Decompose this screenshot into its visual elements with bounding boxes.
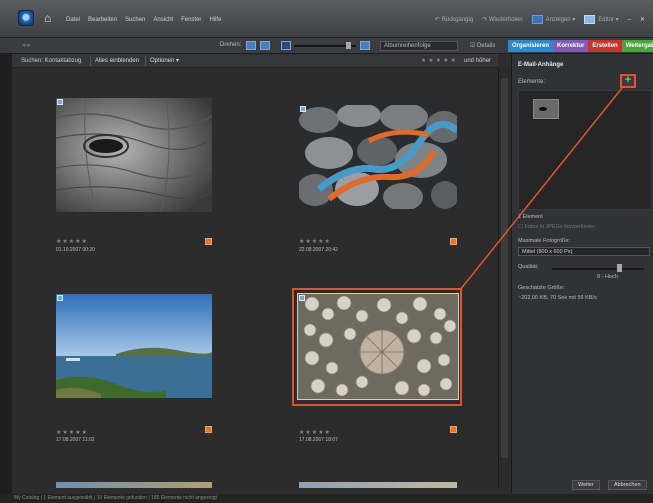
grid-scrollbar[interactable] bbox=[498, 68, 510, 488]
photo-badge-icon bbox=[300, 106, 306, 112]
coast-image bbox=[56, 294, 212, 398]
undo-button[interactable]: ↶ Rückgängig bbox=[435, 16, 473, 23]
undo-label: Rückgängig bbox=[441, 17, 474, 23]
main-menu: Datei Bearbeiten Suchen Ansicht Fenster … bbox=[66, 17, 221, 23]
photo-stones-ribbon[interactable] bbox=[299, 105, 457, 209]
sort-select-value: Albumreihenfolge bbox=[384, 43, 431, 49]
redo-icon: ↷ bbox=[482, 17, 489, 23]
max-size-select[interactable]: Mittel (800 x 600 Px) bbox=[518, 247, 650, 256]
element-count: 1 Element bbox=[518, 214, 543, 220]
photo-rating[interactable]: ★★★★★ bbox=[56, 238, 88, 245]
photo-rating[interactable]: ★★★★★ bbox=[56, 429, 88, 436]
tab-erstellen[interactable]: Erstellen bbox=[588, 40, 622, 52]
photo-elephant-eye[interactable] bbox=[56, 98, 212, 212]
options-button[interactable]: Optionen ▾ bbox=[145, 56, 183, 66]
estimated-size-value: ~202,00 KB, 70 Sek mit 56 KB/s bbox=[518, 295, 597, 301]
menu-view[interactable]: Ansicht bbox=[153, 17, 173, 23]
attachments-list[interactable] bbox=[518, 90, 652, 210]
convert-jpeg-checkbox[interactable]: ☐ Fotos in JPEGs konvertieren bbox=[518, 224, 594, 230]
quality-value: 9 - Hoch bbox=[597, 274, 618, 280]
photo-date: 17.08.2007 18:07 bbox=[299, 437, 338, 443]
photo-flag-icon[interactable] bbox=[450, 238, 457, 245]
minimize-button[interactable]: – bbox=[628, 17, 631, 23]
nav-arrows-icon[interactable]: ◂ ▸ bbox=[22, 41, 31, 49]
email-attachments-panel: E-Mail-Anhänge Elemente: + 1 Element ☐ F… bbox=[511, 54, 653, 494]
quality-label: Qualität: bbox=[518, 264, 539, 270]
and-higher-label: und höher bbox=[464, 58, 492, 64]
view-menu-label: Anzeigen ▾ bbox=[545, 17, 576, 24]
max-size-label: Maximale Fotogröße: bbox=[518, 238, 570, 244]
search-bar: Suchen: Kontaktabzug Alles einblenden Op… bbox=[12, 54, 498, 68]
editor-menu-label: Editor ▾ bbox=[598, 17, 619, 24]
stones-image bbox=[299, 105, 457, 209]
menubar-right: ↶ Rückgängig ↷ Wiederholen Anzeigen ▾ Ed… bbox=[435, 15, 645, 24]
photo-badge-icon bbox=[57, 295, 63, 301]
photo-date: 17.08.2007 11:02 bbox=[56, 437, 95, 443]
photo-date: 01.10.2007 00:20 bbox=[56, 247, 95, 253]
photo-partial[interactable] bbox=[56, 482, 212, 488]
estimated-size-label: Geschätzte Größe: bbox=[518, 285, 565, 291]
checkbox-icon: ☑ bbox=[470, 43, 478, 49]
large-thumb-icon[interactable] bbox=[360, 41, 370, 50]
selection-highlight bbox=[292, 288, 462, 406]
photo-date: 22.09.2007 20:42 bbox=[299, 247, 338, 253]
photo-flag-icon[interactable] bbox=[205, 238, 212, 245]
redo-button[interactable]: ↷ Wiederholen bbox=[482, 16, 522, 23]
photo-rating[interactable]: ★★★★★ bbox=[299, 238, 331, 245]
convert-jpeg-label: Fotos in JPEGs konvertieren bbox=[524, 224, 595, 230]
search-label: Suchen: Kontaktabzug bbox=[21, 58, 82, 64]
photo-coast[interactable] bbox=[56, 294, 212, 398]
tab-organisieren[interactable]: Organisieren bbox=[508, 40, 554, 52]
monitor-icon bbox=[531, 15, 543, 24]
photo-rating[interactable]: ★★★★★ bbox=[299, 429, 331, 436]
zoom-slider-handle[interactable] bbox=[346, 42, 351, 49]
editor-icon bbox=[584, 15, 596, 24]
panel-title: E-Mail-Anhänge bbox=[518, 62, 564, 68]
rotate-left-icon[interactable] bbox=[246, 41, 256, 50]
small-thumb-icon[interactable] bbox=[281, 41, 291, 50]
sort-select[interactable]: Albumreihenfolge bbox=[380, 41, 458, 51]
rating-filter[interactable]: ★★★★★ bbox=[421, 57, 458, 64]
home-icon[interactable]: ⌂ bbox=[44, 12, 51, 24]
quality-slider[interactable] bbox=[552, 268, 644, 270]
editor-menu-button[interactable]: Editor ▾ bbox=[584, 15, 619, 24]
view-menu-button[interactable]: Anzeigen ▾ bbox=[531, 15, 576, 24]
status-bar: My Catalog | 1 Element ausgewählt | 10 E… bbox=[0, 494, 653, 503]
app-logo-icon[interactable] bbox=[18, 10, 34, 26]
application-window: ⌂ Datei Bearbeiten Suchen Ansicht Fenste… bbox=[0, 0, 653, 503]
mode-tabs: Organisieren Korrektur Erstellen Weiterg… bbox=[508, 40, 653, 52]
elements-label: Elemente: bbox=[518, 79, 546, 85]
left-edge bbox=[0, 54, 12, 494]
menu-search[interactable]: Suchen bbox=[125, 17, 145, 23]
details-label: Details bbox=[477, 43, 496, 49]
tab-korrektur[interactable]: Korrektur bbox=[553, 40, 589, 52]
elephant-image bbox=[56, 98, 212, 212]
menu-help[interactable]: Hilfe bbox=[209, 17, 221, 23]
tab-weitergabe[interactable]: Weitergabe bbox=[621, 40, 653, 52]
max-size-value: Mittel (800 x 600 Px) bbox=[522, 249, 573, 255]
rotate-right-icon[interactable] bbox=[260, 41, 270, 50]
add-element-button[interactable]: + bbox=[620, 74, 636, 88]
show-all-button[interactable]: Alles einblenden bbox=[90, 56, 143, 66]
toolbar: ◂ ▸ Drehen: Albumreihenfolge ☑ Details O… bbox=[0, 38, 653, 54]
photo-flag-icon[interactable] bbox=[205, 426, 212, 433]
photo-badge-icon bbox=[57, 99, 63, 105]
photo-partial[interactable] bbox=[299, 482, 457, 488]
menu-file[interactable]: Datei bbox=[66, 17, 80, 23]
redo-label: Wiederholen bbox=[488, 17, 523, 23]
close-button[interactable]: ✕ bbox=[640, 16, 645, 23]
cancel-button[interactable]: Abbrechen bbox=[608, 480, 647, 490]
details-checkbox[interactable]: ☑ Details bbox=[470, 42, 495, 49]
menu-edit[interactable]: Bearbeiten bbox=[88, 17, 117, 23]
menu-window[interactable]: Fenster bbox=[181, 17, 201, 23]
quality-slider-handle[interactable] bbox=[617, 264, 622, 272]
attachment-thumbnail[interactable] bbox=[533, 99, 559, 119]
next-button[interactable]: Weiter bbox=[572, 480, 600, 490]
menubar: ⌂ Datei Bearbeiten Suchen Ansicht Fenste… bbox=[0, 0, 653, 38]
rotate-label: Drehen: bbox=[220, 42, 242, 48]
photo-flag-icon[interactable] bbox=[450, 426, 457, 433]
photo-grid: ★★★★★ 01.10.2007 00:20 ★★★★★ 22.09.2007 … bbox=[12, 68, 498, 488]
scrollbar-thumb[interactable] bbox=[501, 78, 508, 458]
attachment-thumbnail-image bbox=[534, 100, 558, 118]
